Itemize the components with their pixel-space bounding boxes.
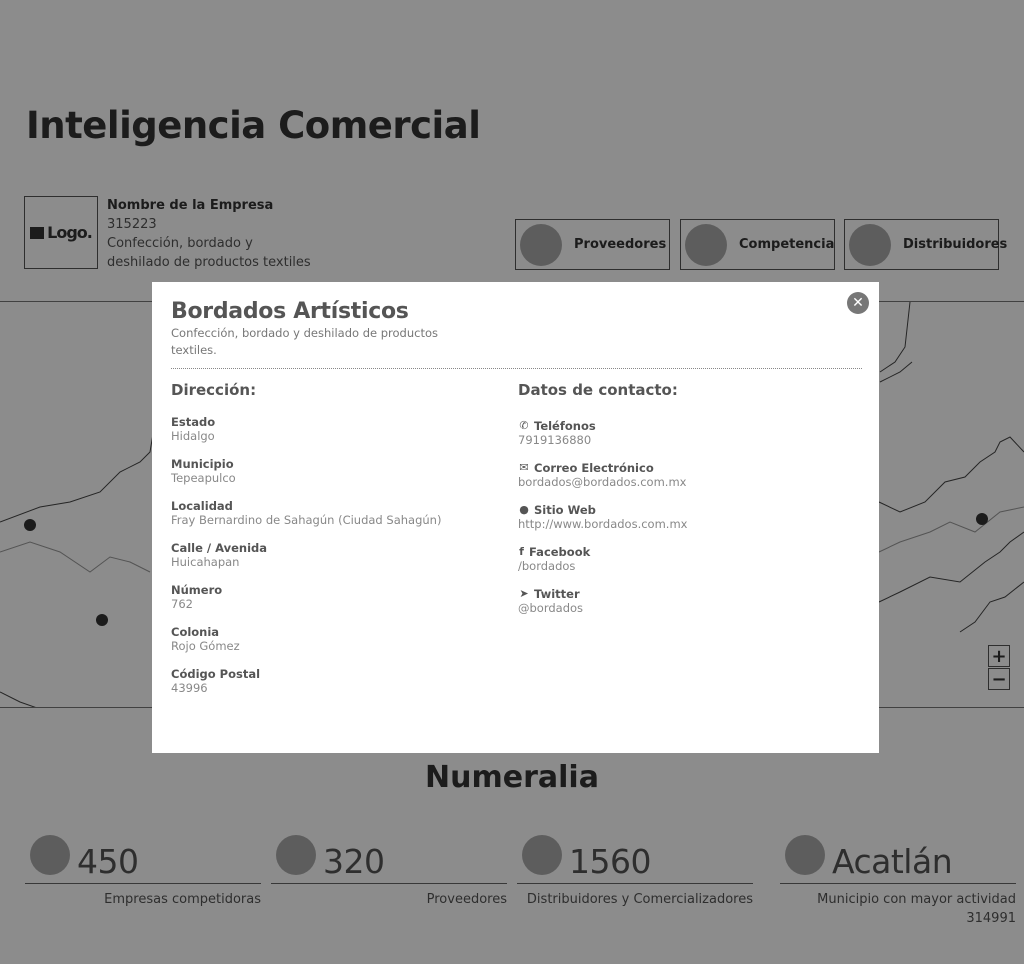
field-value[interactable]: 7919136880 [518,433,596,447]
envelope-icon: ✉ [519,461,529,474]
field-label: Colonia [171,625,220,639]
contact-telefonos: ✆ Teléfonos 7919136880 [518,419,596,447]
field-value[interactable]: bordados@bordados.com.mx [518,475,686,489]
field-label: Localidad [171,499,233,513]
field-value: 43996 [171,681,208,695]
field-label: Correo Electrónico [534,461,654,475]
twitter-icon: ➤ [519,587,529,600]
field-label: Municipio [171,457,234,471]
contact-correo: ✉ Correo Electrónico bordados@bordados.co… [518,461,686,489]
address-heading: Dirección: [171,381,257,399]
address-codigo-postal: Código Postal 43996 [171,667,260,695]
address-numero: Número 762 [171,583,222,611]
field-label: Calle / Avenida [171,541,267,555]
field-value[interactable]: @bordados [518,601,583,615]
contact-heading: Datos de contacto: [518,381,678,399]
field-value: 762 [171,597,193,611]
field-label: Facebook [529,545,591,559]
phone-icon: ✆ [519,419,529,432]
modal-subtitle: Confección, bordado y deshilado de produ… [171,326,438,357]
address-localidad: Localidad Fray Bernardino de Sahagún (Ci… [171,499,441,527]
field-label: Número [171,583,223,597]
field-value[interactable]: /bordados [518,559,590,573]
field-label: Sitio Web [534,503,596,517]
company-detail-modal: ✕ Bordados Artísticos Confección, bordad… [152,282,879,753]
field-label: Twitter [534,587,580,601]
modal-title: Bordados Artísticos [171,299,409,324]
field-label: Teléfonos [534,419,596,433]
contact-twitter: ➤ Twitter @bordados [518,587,583,615]
contact-sitio-web: ● Sitio Web http://www.bordados.com.mx [518,503,687,531]
field-value: Huicahapan [171,555,240,569]
address-calle: Calle / Avenida Huicahapan [171,541,267,569]
facebook-icon: f [519,545,524,558]
divider [171,368,862,369]
field-value: Tepeapulco [171,471,236,485]
contact-facebook: f Facebook /bordados [518,545,590,573]
field-value: Fray Bernardino de Sahagún (Ciudad Sahag… [171,513,442,527]
field-label: Código Postal [171,667,261,681]
field-value[interactable]: http://www.bordados.com.mx [518,517,687,531]
close-icon[interactable]: ✕ [847,292,869,314]
page: Inteligencia Comercial Logo. Nombre de l… [0,0,1024,964]
field-value: Hidalgo [171,429,215,443]
globe-icon: ● [519,503,529,516]
field-label: Estado [171,415,216,429]
address-estado: Estado Hidalgo [171,415,215,443]
field-value: Rojo Gómez [171,639,240,653]
address-municipio: Municipio Tepeapulco [171,457,236,485]
address-colonia: Colonia Rojo Gómez [171,625,240,653]
